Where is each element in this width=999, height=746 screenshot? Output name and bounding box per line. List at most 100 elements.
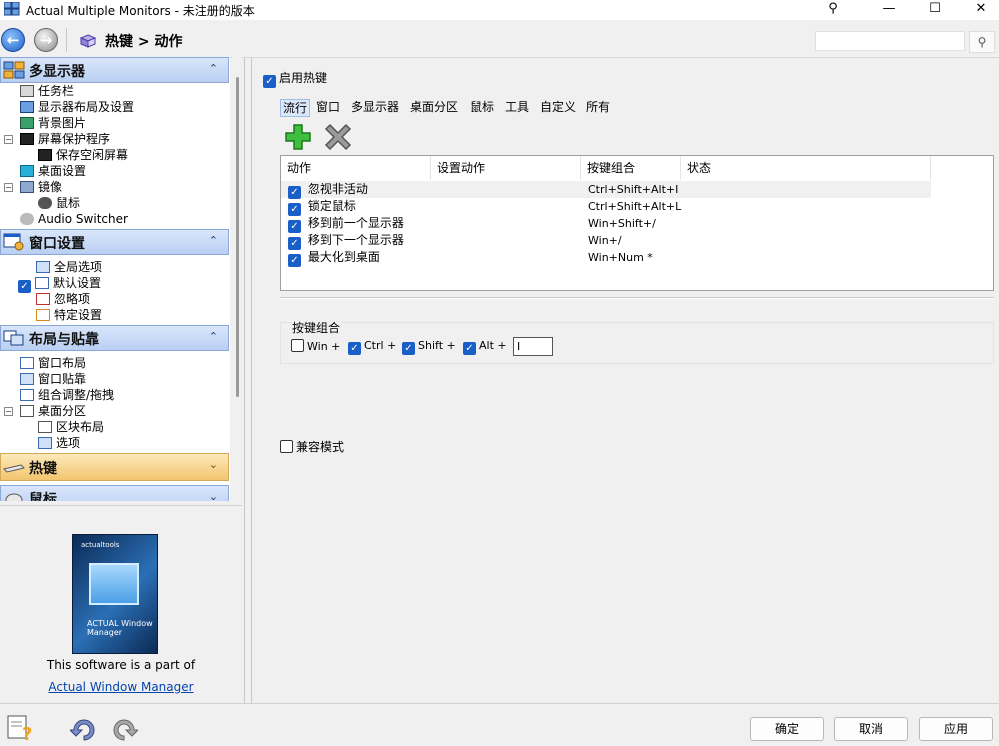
window-icon (35, 277, 49, 289)
sidebar-item-save-idle[interactable]: 保存空闲屏幕 (38, 147, 128, 163)
window-layout-icon (20, 357, 34, 369)
row-checkbox[interactable]: ✓ (288, 254, 301, 267)
sidebar-item-taskbar[interactable]: 任务栏 (20, 83, 74, 99)
checkbox-checked-icon[interactable]: ✓ (263, 75, 276, 88)
column-header-keys[interactable]: 按键组合 (581, 156, 681, 180)
enable-hotkeys-checkbox[interactable]: ✓ 启用热键 (263, 69, 327, 88)
add-plus-icon[interactable] (284, 123, 312, 151)
redo-arrow-icon[interactable] (110, 716, 138, 742)
sidebar-item-exclusions[interactable]: 忽略项 (36, 291, 90, 307)
forward-button[interactable]: → (34, 28, 58, 52)
checkbox-unchecked-icon[interactable] (291, 339, 304, 352)
checkbox-checked-icon[interactable]: ✓ (402, 342, 415, 355)
sidebar-item-label: 背景图片 (38, 116, 87, 130)
sidebar-item-options[interactable]: 选项 (38, 435, 80, 451)
desktop-icon (20, 165, 34, 177)
compat-mode-checkbox[interactable]: 兼容模式 (280, 438, 344, 455)
scrollbar-thumb[interactable] (236, 77, 239, 397)
sidebar-group-mouse[interactable]: 鼠标 ⌄ (0, 485, 229, 501)
collapse-toggle[interactable]: − (4, 135, 13, 144)
group-resize-icon (20, 389, 34, 401)
chevron-up-icon: ⌃ (208, 234, 218, 247)
ctrl-modifier-checkbox[interactable]: ✓ Ctrl + (348, 339, 396, 355)
ok-button[interactable]: 确定 (750, 717, 824, 741)
maximize-button[interactable]: ☐ (912, 0, 958, 20)
table-row[interactable]: ✓ 忽视非活动 Ctrl+Shift+Alt+I (281, 181, 931, 199)
hotkeys-cube-icon (80, 34, 96, 48)
hotkeys-table: 动作 设置动作 按键组合 状态 ✓ 忽视非活动 Ctrl+Shift+Alt+I… (280, 155, 994, 291)
win-modifier-checkbox[interactable]: Win + (291, 339, 340, 353)
back-button[interactable]: ← (1, 28, 25, 52)
promo-panel: actualtools ACTUAL Window Manager This s… (0, 505, 242, 701)
table-row[interactable]: ✓ 最大化到桌面 Win+Num * (281, 249, 931, 267)
column-header-action[interactable]: 动作 (281, 156, 431, 180)
sidebar-item-global-options[interactable]: 全局选项 (36, 259, 102, 275)
checkbox-checked-icon[interactable]: ✓ (348, 342, 361, 355)
tab-window[interactable]: 窗口 (314, 99, 342, 117)
table-row[interactable]: ✓ 锁定鼠标 Ctrl+Shift+Alt+L (281, 198, 931, 216)
search-button[interactable]: ⚲ (969, 31, 995, 53)
options-icon (38, 437, 52, 449)
magnifier-icon: ⚲ (977, 35, 987, 49)
screensaver-icon (20, 133, 34, 145)
sidebar-item-mirror[interactable]: 镜像 (20, 179, 62, 195)
close-button[interactable]: ✕ (958, 0, 999, 20)
cancel-button[interactable]: 取消 (834, 717, 908, 741)
sidebar-item-window-layout[interactable]: 窗口布局 (20, 355, 86, 371)
delete-x-icon[interactable] (324, 123, 352, 151)
shift-modifier-checkbox[interactable]: ✓ Shift + (402, 339, 456, 355)
sidebar-group-layout-snap[interactable]: 布局与贴靠 ⌃ (0, 325, 229, 351)
sidebar-item-mouse[interactable]: 鼠标 (38, 195, 80, 211)
search-input[interactable] (815, 31, 965, 51)
sidebar-scrollbar[interactable] (232, 57, 242, 501)
pin-icon[interactable]: ⚲ (810, 0, 856, 20)
apply-button[interactable]: 应用 (919, 717, 993, 741)
tab-all[interactable]: 所有 (584, 99, 612, 117)
sidebar: 多显示器 ⌃ 任务栏 显示器布局及设置 背景图片 − 屏幕保护程序 保存空闲屏幕… (0, 57, 230, 501)
sidebar-group-multi-monitor[interactable]: 多显示器 ⌃ (0, 57, 229, 83)
tab-popular[interactable]: 流行 (280, 99, 311, 117)
checkbox-unchecked-icon[interactable] (280, 440, 293, 453)
product-box-image: actualtools ACTUAL Window Manager (72, 534, 158, 654)
collapse-toggle[interactable]: − (4, 183, 13, 192)
sidebar-item-window-snap[interactable]: 窗口贴靠 (20, 371, 86, 387)
sidebar-item-desktop-settings[interactable]: 桌面设置 (20, 163, 86, 179)
minimize-button[interactable]: — (866, 0, 912, 20)
checkbox-checked-icon[interactable]: ✓ (463, 342, 476, 355)
chevron-up-icon: ⌃ (208, 330, 218, 343)
compat-mode-label: 兼容模式 (296, 440, 345, 454)
key-input[interactable]: I (513, 337, 553, 356)
sidebar-item-default-settings[interactable]: ✓ 默认设置 (18, 275, 101, 293)
column-header-status[interactable]: 状态 (681, 156, 931, 180)
modifier-label: Shift + (418, 339, 456, 352)
sidebar-group-title: 鼠标 (29, 492, 57, 501)
sidebar-item-wallpaper[interactable]: 背景图片 (20, 115, 86, 131)
undo-arrow-icon[interactable] (70, 716, 98, 742)
promo-link[interactable]: Actual Window Manager (48, 680, 193, 694)
table-row[interactable]: ✓ 移到前一个显示器 Win+Shift+/ (281, 215, 931, 233)
alt-modifier-checkbox[interactable]: ✓ Alt + (463, 339, 507, 355)
sidebar-item-specific-settings[interactable]: 特定设置 (36, 307, 102, 323)
sidebar-item-screensaver[interactable]: 屏幕保护程序 (20, 131, 110, 147)
sidebar-item-desktop-divider[interactable]: 桌面分区 (20, 403, 86, 419)
window-settings-icon (3, 233, 24, 251)
tab-tools[interactable]: 工具 (503, 99, 531, 117)
modifier-label: Win + (307, 340, 341, 353)
sidebar-group-hotkeys[interactable]: 热键 ⌄ (0, 453, 229, 481)
checkbox-checked-icon[interactable]: ✓ (18, 280, 31, 293)
tab-multi-monitor[interactable]: 多显示器 (349, 99, 401, 117)
sidebar-group-window-settings[interactable]: 窗口设置 ⌃ (0, 229, 229, 255)
help-question-icon[interactable]: ? (6, 714, 36, 742)
tab-mouse[interactable]: 鼠标 (468, 99, 496, 117)
tab-custom[interactable]: 自定义 (538, 99, 578, 117)
sidebar-item-tile-layout[interactable]: 区块布局 (38, 419, 104, 435)
sidebar-item-audio-switcher[interactable]: Audio Switcher (20, 211, 128, 227)
back-arrow-icon: ← (6, 31, 20, 49)
panel-splitter[interactable] (244, 57, 252, 703)
sidebar-item-group-resize[interactable]: 组合调整/拖拽 (20, 387, 114, 403)
collapse-toggle[interactable]: − (4, 407, 13, 416)
sidebar-item-monitor-layout[interactable]: 显示器布局及设置 (20, 99, 134, 115)
table-row[interactable]: ✓ 移到下一个显示器 Win+/ (281, 232, 931, 250)
tab-desktop-divider[interactable]: 桌面分区 (408, 99, 460, 117)
column-header-setting[interactable]: 设置动作 (431, 156, 581, 180)
